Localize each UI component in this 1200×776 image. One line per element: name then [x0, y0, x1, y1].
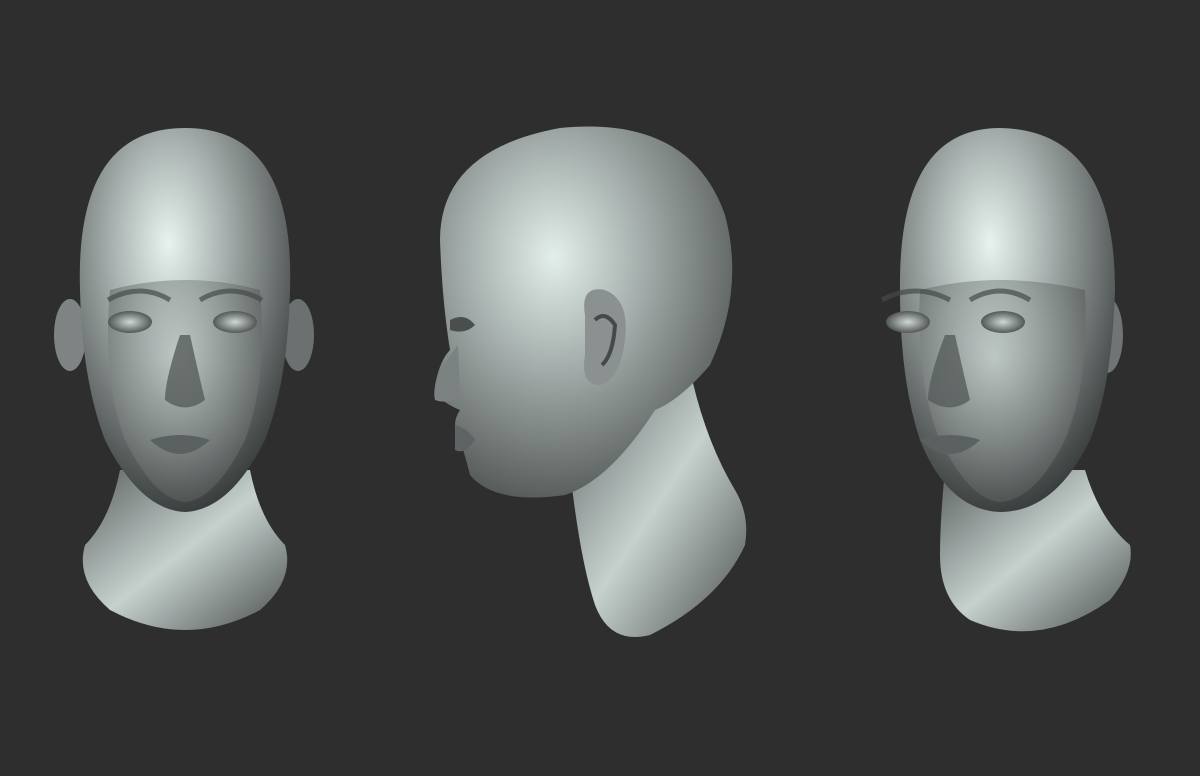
front-right-eye — [213, 311, 257, 333]
front-left-eye — [108, 311, 152, 333]
three-quarter-view — [860, 0, 1160, 776]
side-head-render — [434, 126, 747, 637]
front-head-render — [54, 128, 314, 630]
front-view — [40, 0, 330, 776]
three-quarter-right-eye — [981, 311, 1025, 333]
side-view — [420, 0, 760, 776]
three-quarter-head-render — [880, 128, 1131, 632]
three-quarter-left-eye — [886, 311, 930, 333]
sculpt-viewport — [0, 0, 1200, 776]
